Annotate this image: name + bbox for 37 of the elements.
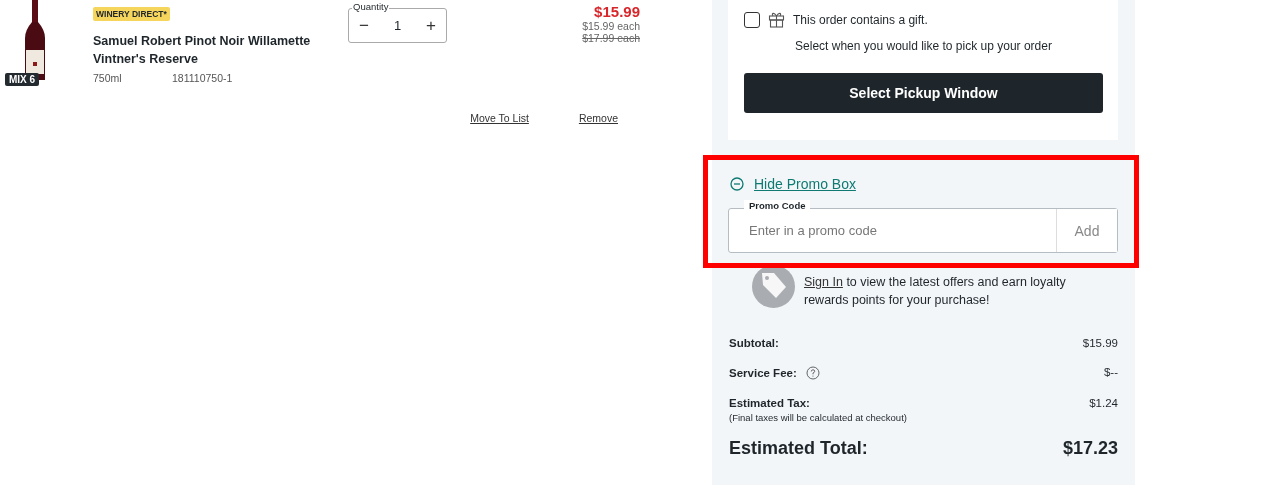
collapse-circle-icon[interactable]: [730, 177, 744, 191]
price-tag-icon: [752, 265, 795, 308]
bottle-size: 750ml: [93, 72, 123, 84]
pickup-prompt: Select when you would like to pick up your order: [794, 39, 1053, 53]
product-sku: 181110750-1: [172, 72, 233, 84]
increment-button[interactable]: +: [416, 15, 446, 36]
help-icon[interactable]: [805, 366, 820, 380]
quantity-value[interactable]: 1: [393, 18, 402, 33]
sign-in-message: Sign In to view the latest offers and earn loyalty rewards points for your purchase!: [804, 274, 1067, 309]
add-promo-button[interactable]: Add: [1056, 209, 1117, 252]
hide-promo-link[interactable]: Hide Promo Box: [754, 176, 856, 192]
tax-note: (Final taxes will be calculated at checkout): [729, 412, 907, 423]
gift-checkbox[interactable]: [744, 11, 760, 28]
decrement-button[interactable]: −: [349, 15, 379, 36]
total-label: Estimated Total:: [729, 438, 868, 459]
summary-label: Subtotal:: [729, 337, 779, 349]
item-action-link[interactable]: Move To List: [470, 112, 529, 124]
promo-field-label: Promo Code: [744, 200, 811, 211]
select-pickup-button[interactable]: Select Pickup Window: [744, 73, 1103, 113]
mix-badge: MIX 6: [5, 73, 40, 86]
quantity-label: Quantity: [352, 1, 390, 12]
summary-label: Service Fee:: [729, 367, 797, 379]
original-price: $17.99 each: [581, 32, 640, 44]
gift-label: This order contains a gift.: [793, 12, 928, 27]
sign-in-link[interactable]: Sign In: [804, 275, 843, 289]
product-name[interactable]: Samuel Robert Pinot Noir Willamette Vintner's Reserve: [93, 32, 333, 68]
summary-value: $1.24: [1089, 397, 1118, 409]
total-value: $17.23: [1062, 438, 1118, 459]
item-action-link[interactable]: Remove: [578, 112, 618, 124]
unit-price: $15.99 each: [581, 20, 640, 32]
winery-badge: WINERY DIRECT*: [93, 7, 170, 21]
gift-icon: [768, 11, 785, 28]
promo-code-field[interactable]: Enter in a promo code Add: [728, 208, 1118, 253]
item-price: $15.99: [593, 3, 640, 20]
summary-value: $15.99: [1082, 337, 1118, 349]
summary-label: Estimated Tax:: [729, 397, 810, 409]
summary-value: $--: [1103, 366, 1118, 378]
